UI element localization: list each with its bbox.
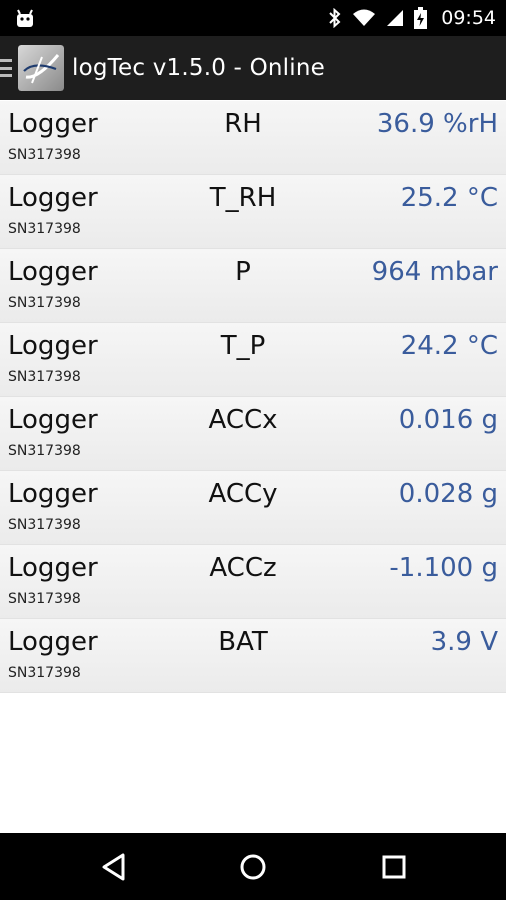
channel-value: 3.9 V bbox=[430, 627, 498, 657]
list-item[interactable]: Logger SN317398 T_P 24.2 °C bbox=[0, 323, 506, 397]
status-bar: 09:54 bbox=[0, 0, 506, 36]
list-item[interactable]: Logger SN317398 T_RH 25.2 °C bbox=[0, 175, 506, 249]
bluetooth-icon bbox=[329, 8, 341, 28]
channel-name: ACCz bbox=[209, 553, 277, 583]
channel-value: 964 mbar bbox=[371, 257, 498, 287]
drawer-menu-icon[interactable] bbox=[0, 59, 14, 77]
list-item[interactable]: Logger SN317398 BAT 3.9 V bbox=[0, 619, 506, 693]
device-name: Logger bbox=[8, 257, 98, 287]
android-icon bbox=[17, 9, 33, 27]
battery-charging-icon bbox=[414, 7, 428, 29]
device-serial: SN317398 bbox=[8, 517, 81, 533]
back-icon[interactable] bbox=[98, 851, 130, 883]
recents-icon[interactable] bbox=[378, 851, 410, 883]
app-title: logTec v1.5.0 - Online bbox=[72, 55, 325, 81]
channel-name: T_RH bbox=[209, 183, 277, 213]
device-name: Logger bbox=[8, 331, 98, 361]
signal-icon bbox=[387, 10, 404, 26]
channel-name: RH bbox=[224, 109, 262, 139]
channel-value: 0.016 g bbox=[398, 405, 498, 435]
logtec-logo-icon[interactable] bbox=[18, 45, 64, 91]
device-serial: SN317398 bbox=[8, 591, 81, 607]
channel-value: 25.2 °C bbox=[400, 183, 498, 213]
channel-name: P bbox=[235, 257, 251, 287]
list-item[interactable]: Logger SN317398 ACCy 0.028 g bbox=[0, 471, 506, 545]
device-serial: SN317398 bbox=[8, 369, 81, 385]
channel-value: 0.028 g bbox=[398, 479, 498, 509]
list-item[interactable]: Logger SN317398 ACCx 0.016 g bbox=[0, 397, 506, 471]
channel-value: -1.100 g bbox=[389, 553, 498, 583]
status-clock: 09:54 bbox=[441, 7, 496, 29]
wifi-icon bbox=[353, 9, 376, 26]
device-name: Logger bbox=[8, 627, 98, 657]
device-name: Logger bbox=[8, 405, 98, 435]
sensor-list: Logger SN317398 RH 36.9 %rH Logger SN317… bbox=[0, 101, 506, 693]
home-icon[interactable] bbox=[237, 851, 269, 883]
device-serial: SN317398 bbox=[8, 147, 81, 163]
channel-value: 36.9 %rH bbox=[376, 109, 498, 139]
channel-name: T_P bbox=[220, 331, 266, 361]
channel-name: BAT bbox=[218, 627, 268, 657]
list-item[interactable]: Logger SN317398 P 964 mbar bbox=[0, 249, 506, 323]
device-serial: SN317398 bbox=[8, 665, 81, 681]
device-name: Logger bbox=[8, 553, 98, 583]
device-name: Logger bbox=[8, 109, 98, 139]
channel-name: ACCy bbox=[208, 479, 278, 509]
action-bar: logTec v1.5.0 - Online bbox=[0, 36, 506, 100]
device-serial: SN317398 bbox=[8, 295, 81, 311]
navigation-bar bbox=[0, 833, 506, 900]
channel-value: 24.2 °C bbox=[400, 331, 498, 361]
list-item[interactable]: Logger SN317398 RH 36.9 %rH bbox=[0, 101, 506, 175]
list-item[interactable]: Logger SN317398 ACCz -1.100 g bbox=[0, 545, 506, 619]
device-name: Logger bbox=[8, 479, 98, 509]
channel-name: ACCx bbox=[208, 405, 278, 435]
device-name: Logger bbox=[8, 183, 98, 213]
device-serial: SN317398 bbox=[8, 443, 81, 459]
device-serial: SN317398 bbox=[8, 221, 81, 237]
